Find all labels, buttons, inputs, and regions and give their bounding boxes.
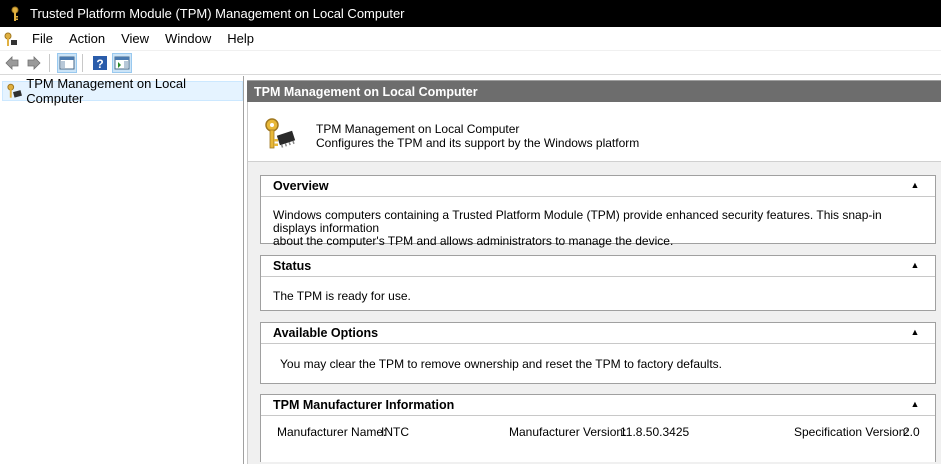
manufacturer-name-label: Manufacturer Name: <box>277 425 387 439</box>
forward-button[interactable] <box>24 53 44 73</box>
menu-file[interactable]: File <box>24 28 61 50</box>
tpm-key-chip-icon <box>7 83 22 98</box>
window-title: Trusted Platform Module (TPM) Management… <box>30 6 405 21</box>
menu-window[interactable]: Window <box>157 28 219 50</box>
available-options-section: Available Options ▲ You may clear the TP… <box>260 322 936 384</box>
svg-text:?: ? <box>96 57 103 71</box>
status-text: The TPM is ready for use. <box>273 289 411 303</box>
specification-version-label: Specification Version: <box>794 425 909 439</box>
clear-tpm-option-text: You may clear the TPM to remove ownershi… <box>280 357 722 371</box>
specification-version-value: 2.0 <box>903 425 920 439</box>
toolbar: ? <box>0 51 941 75</box>
results-pane-body: TPM Management on Local Computer Configu… <box>247 102 941 464</box>
show-hide-console-tree-button[interactable] <box>57 52 77 73</box>
tree-item-tpm-management[interactable]: TPM Management on Local Computer <box>2 76 243 106</box>
status-title: Status <box>273 259 312 273</box>
overview-text-line1: Windows computers containing a Trusted P… <box>273 208 882 235</box>
manufacturer-version-value: 11.8.50.3425 <box>620 425 690 439</box>
manufacturer-info-section-header[interactable]: TPM Manufacturer Information ▲ <box>261 395 935 416</box>
forward-arrow-icon <box>27 55 41 70</box>
tpm-key-chip-icon <box>265 118 296 149</box>
show-hide-console-tree-icon <box>59 56 75 69</box>
status-section: Status ▲ The TPM is ready for use. <box>260 255 936 311</box>
intro-description: Configures the TPM and its support by th… <box>316 136 640 150</box>
overview-body: Windows computers containing a Trusted P… <box>261 197 935 256</box>
available-options-body: You may clear the TPM to remove ownershi… <box>261 344 935 379</box>
menu-action[interactable]: Action <box>61 28 113 50</box>
console-tree: TPM Management on Local Computer <box>0 76 244 464</box>
intro-title: TPM Management on Local Computer <box>316 122 520 136</box>
status-body: The TPM is ready for use. <box>261 277 935 311</box>
results-pane-header: TPM Management on Local Computer <box>247 80 941 102</box>
help-button[interactable]: ? <box>90 53 110 73</box>
manufacturer-info-row: Manufacturer Name: INTC Manufacturer Ver… <box>261 416 935 446</box>
menu-bar: File Action View Window Help <box>0 27 941 51</box>
overview-title: Overview <box>273 179 329 193</box>
status-section-header[interactable]: Status ▲ <box>261 256 935 277</box>
title-bar: Trusted Platform Module (TPM) Management… <box>0 0 941 27</box>
tree-item-label: TPM Management on Local Computer <box>26 76 186 106</box>
menu-view[interactable]: View <box>113 28 157 50</box>
console-icon[interactable] <box>2 31 18 47</box>
collapse-icon[interactable]: ▲ <box>909 398 921 410</box>
overview-section-header[interactable]: Overview ▲ <box>261 176 935 197</box>
collapse-icon[interactable]: ▲ <box>909 179 921 191</box>
intro-banner: TPM Management on Local Computer Configu… <box>248 102 941 162</box>
overview-section: Overview ▲ Windows computers containing … <box>260 175 936 248</box>
collapse-icon[interactable]: ▲ <box>909 259 921 271</box>
available-options-title: Available Options <box>273 326 379 340</box>
overview-text-line2: about the computer's TPM and allows admi… <box>273 234 674 248</box>
menu-help[interactable]: Help <box>219 28 262 50</box>
toolbar-separator <box>49 53 50 72</box>
results-pane: TPM Management on Local Computer TPM Man… <box>247 80 941 464</box>
collapse-icon[interactable]: ▲ <box>909 326 921 338</box>
manufacturer-name-value: INTC <box>381 425 409 439</box>
tpm-key-icon <box>11 6 19 21</box>
show-hide-action-pane-icon <box>114 56 130 69</box>
manufacturer-info-section: TPM Manufacturer Information ▲ Manufactu… <box>260 394 936 462</box>
back-arrow-icon <box>5 55 19 70</box>
manufacturer-info-title: TPM Manufacturer Information <box>273 398 455 412</box>
help-icon: ? <box>93 55 107 71</box>
back-button[interactable] <box>2 53 22 73</box>
available-options-section-header[interactable]: Available Options ▲ <box>261 323 935 344</box>
manufacturer-version-label: Manufacturer Version: <box>509 425 627 439</box>
show-hide-action-pane-button[interactable] <box>112 52 132 73</box>
toolbar-separator <box>82 53 83 72</box>
